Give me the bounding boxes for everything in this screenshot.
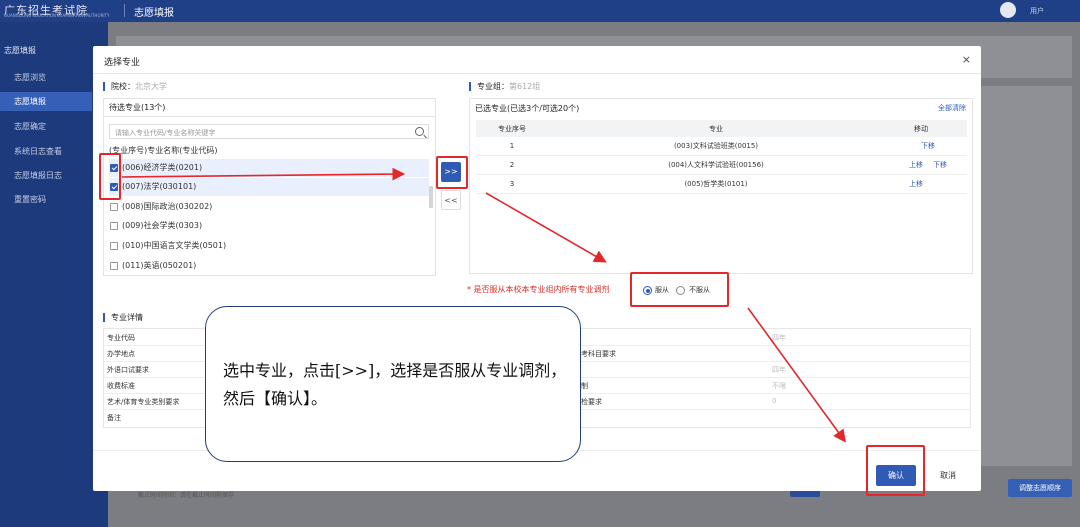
arrow-to-confirm — [747, 307, 846, 443]
instruction-text: 选中专业，点击[>>]，选择是否服从专业调剂，然后【确认】。 — [223, 361, 567, 408]
arrow-to-add-button — [121, 167, 406, 181]
arrow-to-radio — [485, 192, 607, 263]
instruction-callout: 选中专业，点击[>>]，选择是否服从专业调剂，然后【确认】。 — [205, 306, 581, 462]
